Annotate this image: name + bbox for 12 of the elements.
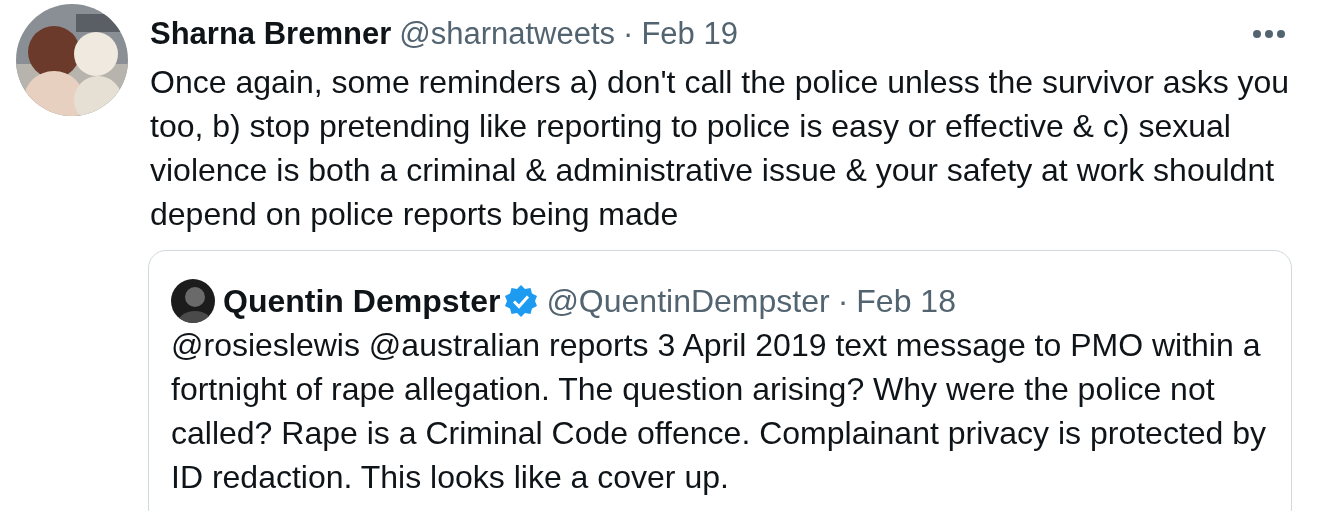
author-handle[interactable]: @sharnatweets	[399, 14, 616, 54]
separator: ·	[837, 282, 849, 321]
tweet-text: Once again, some reminders a) don't call the police unless the survivor asks you too, b) stop pretending like reporting to police is easy or effective & c) sexual violence is both a criminal & administrative issue & your safety at work shouldnt depend on police reports being made	[150, 63, 1291, 234]
author-name[interactable]: Quentin Dempster	[223, 279, 501, 323]
quoted-text: @rosieslewis @australian reports 3 April 2019 text message to PMO within a fortnight of rape allegation. The question arising? Why were the police not called? Rape is a Criminal Code offence. Complainant privacy is protected by ID redaction. This looks like a cover up.	[171, 326, 1268, 497]
author-handle[interactable]: @QuentinDempster	[546, 279, 830, 323]
separator: ·	[623, 15, 634, 53]
more-icon	[1252, 29, 1286, 39]
tweet-date[interactable]: Feb 18	[856, 279, 956, 323]
quoted-tweet[interactable]	[148, 250, 1292, 511]
tweet-date[interactable]: Feb 19	[641, 14, 738, 54]
author-name[interactable]: Sharna Bremner	[150, 14, 392, 54]
